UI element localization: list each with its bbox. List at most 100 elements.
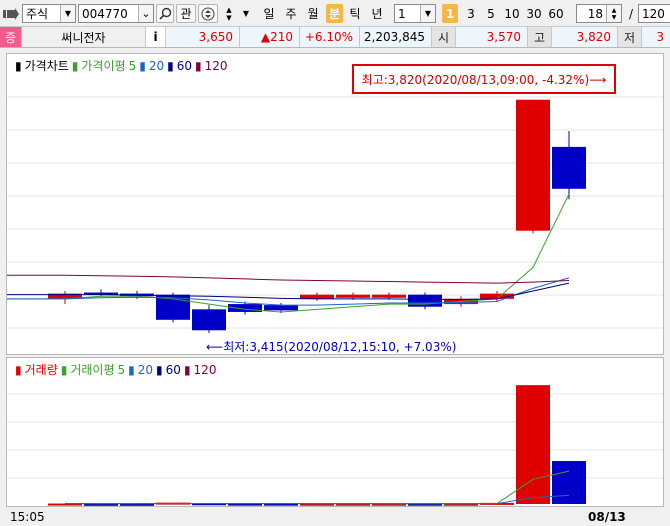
legend-bullet: ▮: [183, 362, 191, 377]
compare-button[interactable]: [198, 4, 218, 23]
total-count-field[interactable]: 120: [638, 4, 670, 23]
price-ma120-label: 120: [204, 58, 228, 73]
stock-code-input[interactable]: 004770 ⌄: [78, 4, 154, 23]
volume-chart-svg[interactable]: [7, 358, 663, 506]
period-label: 년: [371, 7, 383, 21]
search-button[interactable]: [156, 4, 174, 23]
volume-bar: [552, 461, 586, 504]
interval-value: 1: [398, 6, 406, 21]
price-ma-label: 가격이평: [81, 59, 126, 73]
volume-chart-panel[interactable]: ▮ 거래량 ▮ 거래이평 5 ▮ 20 ▮ 60 ▮ 120: [6, 357, 664, 507]
total-count-value: 120: [642, 6, 665, 21]
pin-arrow-icon[interactable]: [2, 4, 20, 23]
stock-name: 써니전자: [22, 27, 146, 47]
watch-button-label: 관: [180, 7, 192, 21]
interval-60-button[interactable]: 60: [546, 4, 566, 23]
price-legend: ▮ 가격차트 ▮ 가격이평 5 ▮ 20 ▮ 60 ▮ 120: [15, 57, 228, 74]
period-week[interactable]: 주: [282, 4, 300, 23]
market-badge: 증: [0, 27, 22, 47]
chevron-down-icon[interactable]: ⌄: [138, 5, 153, 22]
period-label: 틱: [349, 7, 361, 21]
volume-ma20-label: 20: [137, 362, 154, 377]
interval-label: 5: [487, 6, 495, 21]
period-year[interactable]: 년: [368, 4, 386, 23]
legend-bullet: ▮: [71, 58, 79, 73]
interval-1-button[interactable]: 1: [442, 4, 458, 23]
high-annotation-text: 최고:3,820(2020/08/13,09:00, -4.32%)⟶: [361, 72, 607, 87]
count-separator: /: [628, 6, 634, 21]
volume-ma5-label: 5: [117, 362, 126, 377]
volume-value: 2,203,845: [360, 27, 432, 47]
open-price: 3,570: [456, 27, 528, 47]
interval-label: 3: [467, 6, 475, 21]
interval-5-button[interactable]: 5: [482, 4, 500, 23]
candle-body: [192, 309, 226, 331]
interval-label: 1: [445, 6, 455, 21]
chart-toolbar: 주식 ▼ 004770 ⌄ 관 ▲ ▼ ▼ 일 주 월 분 틱 년 1 ▼ 1 …: [0, 0, 670, 27]
interval-label: 10: [504, 6, 520, 21]
interval-label: 60: [548, 6, 564, 21]
interval-select[interactable]: 1 ▼: [394, 4, 436, 23]
period-label: 일: [263, 7, 275, 21]
legend-bullet: ▮: [167, 58, 174, 73]
price-chart-svg[interactable]: [7, 54, 663, 354]
candle-body: [372, 294, 406, 298]
chevron-down-icon[interactable]: ▼: [239, 4, 253, 23]
chevron-down-icon[interactable]: ▼: [60, 5, 75, 22]
down-arrow-icon[interactable]: ▼: [226, 14, 231, 22]
circle-arrows-icon: [201, 7, 215, 20]
candle-body: [336, 294, 370, 298]
volume-ma20-line: [65, 494, 570, 505]
period-minute[interactable]: 분: [326, 4, 343, 23]
interval-30-button[interactable]: 30: [524, 4, 544, 23]
low-price: 3: [656, 30, 664, 44]
low-label: 저: [618, 27, 642, 47]
search-icon: [158, 7, 171, 20]
info-button[interactable]: i: [146, 27, 166, 47]
volume-legend: ▮ 거래량 ▮ 거래이평 5 ▮ 20 ▮ 60 ▮ 120: [15, 361, 216, 378]
price-change-percent: +6.10%: [300, 27, 360, 47]
current-price: 3,650: [166, 27, 240, 47]
price-change: ▲210: [240, 27, 300, 47]
interval-label: 30: [526, 6, 542, 21]
spin-updown[interactable]: ▲ ▼: [220, 4, 238, 23]
legend-bullet: ▮: [15, 58, 22, 73]
xaxis-left-label: 15:05: [10, 510, 45, 524]
watch-button[interactable]: 관: [176, 4, 196, 23]
legend-bullet: ▮: [156, 362, 163, 377]
period-tick[interactable]: 틱: [346, 4, 364, 23]
quote-strip: 증 써니전자 i 3,650 ▲210 +6.10% 2,203,845 시 3…: [0, 27, 670, 48]
volume-ma5-line: [64, 470, 570, 505]
stepper-arrows-icon[interactable]: ▲ ▼: [606, 5, 621, 22]
count-value: 18: [587, 6, 603, 21]
market-select-value: 주식: [26, 7, 49, 21]
high-price: 3,820: [552, 27, 618, 47]
volume-ma120-label: 120: [193, 362, 217, 377]
volume-ma60-label: 60: [165, 362, 181, 377]
interval-10-button[interactable]: 10: [502, 4, 522, 23]
price-legend-title: 가격차트: [24, 59, 69, 73]
legend-bullet: ▮: [128, 362, 135, 377]
price-chart-panel[interactable]: ▮ 가격차트 ▮ 가격이평 5 ▮ 20 ▮ 60 ▮ 120: [6, 53, 664, 355]
count-stepper[interactable]: 18 ▲ ▼: [576, 4, 622, 23]
xaxis-right-label: 08/13: [588, 510, 626, 524]
chevron-down-icon[interactable]: ▼: [420, 5, 435, 22]
price-ma5-label: 5: [128, 58, 137, 73]
candle-body: [552, 146, 586, 189]
interval-3-button[interactable]: 3: [462, 4, 480, 23]
period-label: 주: [285, 7, 297, 21]
candle-body: [264, 305, 298, 311]
legend-bullet: ▮: [139, 58, 146, 73]
low-annotation: ⟵최저:3,415(2020/08/12,15:10, +7.03%): [206, 340, 457, 354]
period-day[interactable]: 일: [260, 4, 278, 23]
market-select[interactable]: 주식 ▼: [22, 4, 76, 23]
period-label: 분: [328, 7, 341, 21]
high-label: 고: [528, 27, 552, 47]
period-month[interactable]: 월: [304, 4, 322, 23]
up-arrow-icon[interactable]: ▲: [226, 6, 231, 14]
price-ma60-label: 60: [176, 58, 192, 73]
volume-ma-label: 거래이평: [70, 363, 115, 377]
legend-bullet: ▮: [60, 362, 68, 377]
price-ma20-label: 20: [148, 58, 165, 73]
candle-body: [408, 294, 442, 307]
